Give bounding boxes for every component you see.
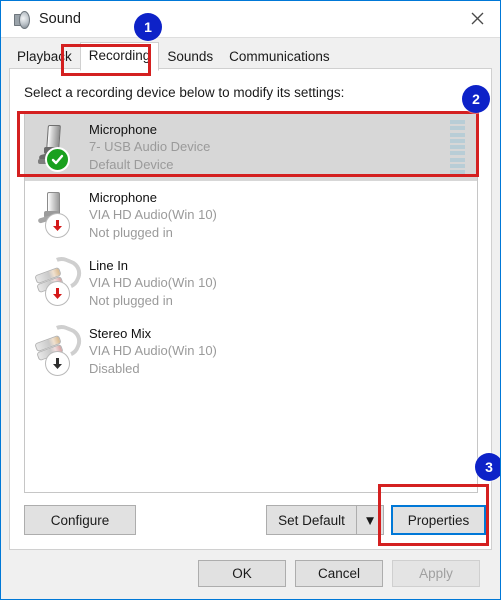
- tab-sounds[interactable]: Sounds: [159, 44, 221, 70]
- close-icon[interactable]: [455, 1, 500, 35]
- annotation-badge-1: 1: [134, 13, 162, 41]
- ok-button[interactable]: OK: [198, 560, 286, 587]
- dialog-footer: OK Cancel Apply: [1, 550, 500, 599]
- set-default-split-button[interactable]: Set Default ▼: [266, 505, 384, 535]
- device-list-item[interactable]: Line In VIA HD Audio(Win 10) Not plugged…: [25, 249, 477, 317]
- tab-strip: Playback Recording Sounds Communications: [1, 37, 500, 71]
- cancel-button[interactable]: Cancel: [295, 560, 383, 587]
- device-status: Default Device: [89, 156, 174, 172]
- device-name: Microphone: [89, 121, 157, 137]
- device-driver: VIA HD Audio(Win 10): [89, 342, 217, 358]
- device-list-item[interactable]: Stereo Mix VIA HD Audio(Win 10) Disabled: [25, 317, 477, 385]
- annotation-badge-3: 3: [475, 453, 500, 481]
- device-name: Line In: [89, 257, 129, 273]
- device-list-item[interactable]: Microphone 7- USB Audio Device Default D…: [25, 113, 477, 181]
- red-down-arrow-badge: [45, 213, 70, 238]
- page-instruction: Select a recording device below to modif…: [24, 85, 345, 100]
- chevron-down-icon[interactable]: ▼: [356, 505, 384, 535]
- volume-meter: [450, 120, 465, 174]
- tab-recording[interactable]: Recording: [79, 42, 160, 71]
- recording-tab-page: Select a recording device below to modif…: [9, 68, 492, 550]
- configure-button[interactable]: Configure: [24, 505, 136, 535]
- speaker-icon: [12, 10, 30, 29]
- recording-device-list[interactable]: Microphone 7- USB Audio Device Default D…: [24, 112, 478, 493]
- tab-communications[interactable]: Communications: [221, 44, 338, 70]
- device-status: Not plugged in: [89, 292, 173, 308]
- device-driver: VIA HD Audio(Win 10): [89, 206, 217, 222]
- usb-microphone-icon: [31, 119, 83, 175]
- set-default-button[interactable]: Set Default: [266, 505, 356, 535]
- line-in-cable-icon: [31, 252, 86, 311]
- device-driver: VIA HD Audio(Win 10): [89, 274, 217, 290]
- tab-playback[interactable]: Playback: [9, 44, 80, 70]
- annotation-badge-2: 2: [462, 85, 490, 113]
- jack-microphone-icon: [31, 187, 83, 243]
- apply-button: Apply: [392, 560, 480, 587]
- device-list-item[interactable]: Microphone VIA HD Audio(Win 10) Not plug…: [25, 181, 477, 249]
- black-down-arrow-badge: [45, 351, 70, 376]
- window-title: Sound: [39, 11, 81, 27]
- stereo-mix-cable-icon: [31, 320, 86, 379]
- device-driver: 7- USB Audio Device: [89, 138, 211, 154]
- properties-button[interactable]: Properties: [391, 505, 486, 535]
- device-status: Not plugged in: [89, 224, 173, 240]
- device-name: Microphone: [89, 189, 157, 205]
- device-name: Stereo Mix: [89, 325, 152, 341]
- device-status: Disabled: [89, 360, 140, 376]
- red-down-arrow-badge: [45, 281, 70, 306]
- sound-dialog-window: Sound Playback Recording Sounds Communic…: [0, 0, 501, 600]
- green-check-badge: [45, 147, 70, 172]
- title-bar: Sound: [1, 1, 500, 37]
